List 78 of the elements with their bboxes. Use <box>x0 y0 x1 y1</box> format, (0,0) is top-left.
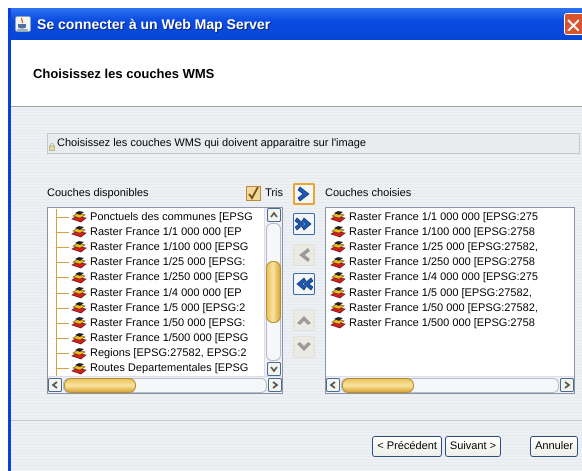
horizontal-scrollbar[interactable] <box>341 378 559 392</box>
layer-icon <box>71 210 87 224</box>
layer-item[interactable]: Ponctuels des communes [EPSG <box>90 210 253 223</box>
layer-icon <box>71 316 87 330</box>
close-icon <box>565 17 579 31</box>
layer-item[interactable]: Regions [EPSG:27582, EPSG:2 <box>90 347 247 360</box>
remove-all-button[interactable] <box>293 273 315 295</box>
layer-icon <box>330 286 346 300</box>
previous-button[interactable]: < Précédent <box>372 436 442 456</box>
layer-item[interactable]: Raster France 1/500 000 [EPSG <box>90 332 248 344</box>
layer-icon <box>330 316 346 330</box>
layer-item[interactable]: Raster France 1/4 000 000 [EPSG:275 <box>349 271 538 284</box>
layer-icon <box>330 210 346 224</box>
layer-item[interactable]: Raster France 1/25 000 [EPSG:27582, <box>349 240 538 253</box>
scrollbar-thumb[interactable] <box>64 378 136 392</box>
scroll-right-button[interactable] <box>560 378 574 392</box>
layer-icon <box>71 346 87 360</box>
vertical-scrollbar[interactable] <box>266 223 281 361</box>
layer-item[interactable]: Raster France 1/100 000 [EPSG <box>90 240 248 253</box>
chevron-down-icon <box>296 341 312 353</box>
horizontal-scrollbar[interactable] <box>63 378 267 392</box>
layer-icon <box>330 270 346 284</box>
layer-item[interactable]: Raster France 1/1 000 000 [EP <box>90 226 242 238</box>
layer-item[interactable]: Raster France 1/25 000 [EPSG: <box>90 256 246 268</box>
layer-icon <box>71 286 87 300</box>
layer-icon <box>71 301 87 314</box>
chevron-left-icon <box>297 247 311 263</box>
lock-icon <box>49 143 55 151</box>
layer-item[interactable]: Raster France 1/5 000 [EPSG:2 <box>90 302 246 314</box>
window-title: Se connecter à un Web Map Server <box>37 16 272 32</box>
layer-icon <box>71 240 87 254</box>
info-text: Choisissez les couches WMS qui doivent apparaitre sur l'image <box>57 136 366 151</box>
layer-item[interactable]: Raster France 1/1 000 000 [EPSG:275 <box>349 210 538 223</box>
scrollbar-thumb[interactable] <box>342 378 414 392</box>
available-label: Couches disponibles <box>47 187 149 199</box>
layer-item[interactable]: Raster France 1/50 000 [EPSG: <box>90 316 246 329</box>
scroll-right-button[interactable] <box>268 378 282 392</box>
chevron-right-icon <box>297 186 311 202</box>
layer-item[interactable]: Raster France 1/4 000 000 [EP <box>90 286 242 299</box>
layer-icon <box>330 256 346 269</box>
coffee-cup-icon <box>15 16 31 32</box>
close-button[interactable] <box>564 13 582 35</box>
double-chevron-left-icon <box>295 277 313 291</box>
layer-icon <box>71 332 87 345</box>
double-chevron-right-icon <box>295 217 313 231</box>
layer-icon <box>71 225 87 238</box>
next-button[interactable]: Suivant > <box>444 436 502 456</box>
layer-item[interactable]: Raster France 1/250 000 [EPSG <box>90 271 248 284</box>
layer-icon <box>71 362 87 375</box>
scroll-down-button[interactable] <box>266 362 280 376</box>
scroll-up-button[interactable] <box>266 208 280 222</box>
scroll-left-button[interactable] <box>326 378 340 392</box>
layer-icon <box>330 225 346 238</box>
caret-icon <box>328 380 338 390</box>
caret-icon <box>50 380 60 390</box>
caret-icon <box>268 210 278 220</box>
chevron-up-icon <box>296 314 312 326</box>
cancel-button[interactable]: Annuler <box>530 436 578 456</box>
layer-icon <box>330 240 346 254</box>
layer-item[interactable]: Raster France 1/50 000 [EPSG:27582, <box>349 302 538 314</box>
check-icon <box>247 186 260 200</box>
caret-icon <box>562 380 572 390</box>
sort-label: Tris <box>265 187 283 199</box>
add-button[interactable] <box>293 183 315 205</box>
chosen-label: Couches choisies <box>325 187 412 199</box>
layer-item[interactable]: Raster France 1/100 000 [EPSG:2758 <box>349 226 535 238</box>
scroll-left-button[interactable] <box>48 378 62 392</box>
sort-checkbox[interactable] <box>246 186 262 200</box>
add-all-button[interactable] <box>293 213 315 235</box>
layer-icon <box>71 256 87 269</box>
page-heading: Choisissez les couches WMS <box>33 66 214 80</box>
layer-icon <box>330 301 346 314</box>
layer-icon <box>71 270 87 284</box>
layer-item[interactable]: Routes Departementales [EPSG <box>90 362 248 374</box>
layer-item[interactable]: Raster France 1/500 000 [EPSG:2758 <box>349 316 535 329</box>
layer-item[interactable]: Raster France 1/5 000 [EPSG:27582, <box>349 286 532 299</box>
scrollbar-thumb[interactable] <box>266 261 281 323</box>
layer-item[interactable]: Raster France 1/250 000 [EPSG:2758 <box>349 256 535 268</box>
